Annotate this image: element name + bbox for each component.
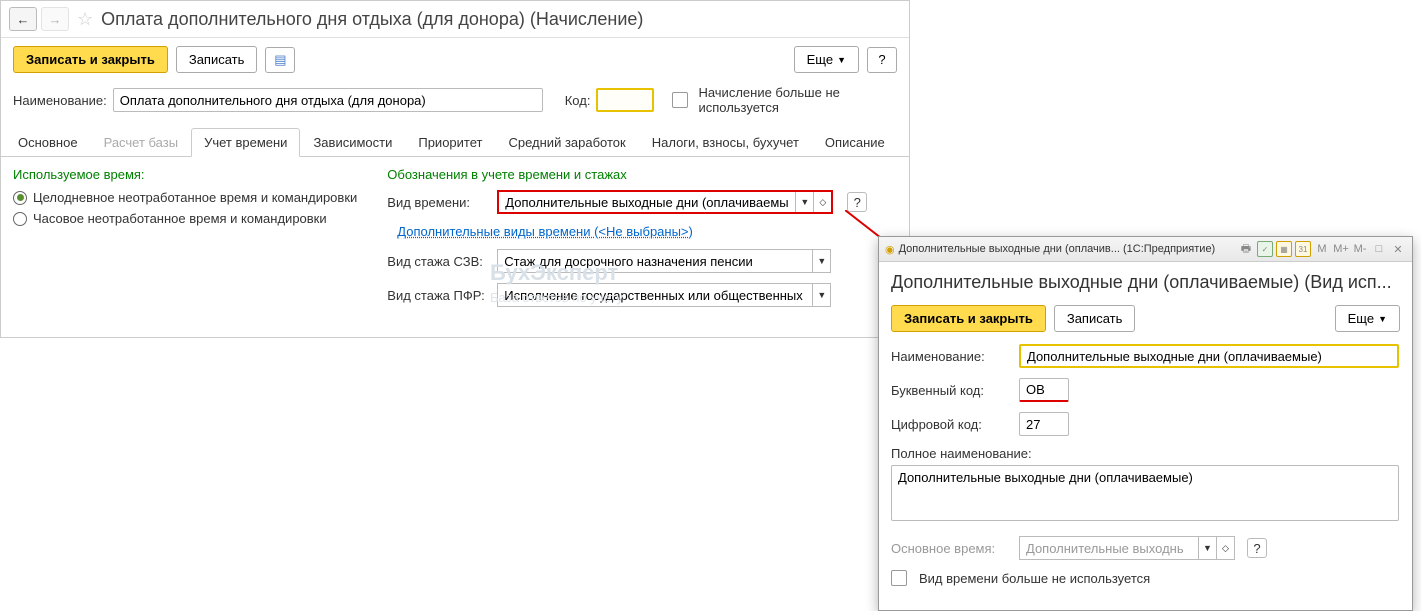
used-time-title: Используемое время:	[13, 167, 357, 182]
popup-basetime-input[interactable]	[1019, 536, 1199, 560]
pfr-dropdown-icon[interactable]: ▼	[813, 283, 831, 307]
tab-calc-base[interactable]: Расчет базы	[91, 128, 192, 157]
tab-dependencies[interactable]: Зависимости	[300, 128, 405, 157]
designations-title: Обозначения в учете времени и стажах	[387, 167, 867, 182]
popup-not-used-checkbox[interactable]	[891, 570, 907, 586]
print-icon[interactable]: 🖶	[1238, 241, 1254, 257]
popup-basetime-label: Основное время:	[891, 541, 1011, 556]
save-close-button[interactable]: Записать и закрыть	[13, 46, 168, 73]
help-button[interactable]: ?	[867, 47, 897, 73]
popup-numeric-label: Цифровой код:	[891, 417, 1011, 432]
popup-name-label: Наименование:	[891, 349, 1011, 364]
list-icon-button[interactable]: ▤	[265, 47, 295, 73]
name-input[interactable]	[113, 88, 543, 112]
popup-save-button[interactable]: Записать	[1054, 305, 1136, 332]
radio-daily-label: Целодневное неотработанное время и коман…	[33, 190, 357, 205]
code-input[interactable]	[596, 88, 654, 112]
save-button[interactable]: Записать	[176, 46, 258, 73]
time-type-help[interactable]: ?	[847, 192, 867, 212]
tab-taxes[interactable]: Налоги, взносы, бухучет	[639, 128, 812, 157]
tab-main[interactable]: Основное	[5, 128, 91, 157]
tabs: Основное Расчет базы Учет времени Зависи…	[1, 127, 909, 157]
maximize-icon[interactable]: □	[1371, 241, 1387, 257]
popup-more-button[interactable]: Еще ▼	[1335, 305, 1400, 332]
m-icon[interactable]: M	[1314, 241, 1330, 257]
main-toolbar: Записать и закрыть Записать ▤ Еще ▼ ?	[1, 38, 909, 81]
time-type-label: Вид времени:	[387, 195, 487, 210]
popup-name-input[interactable]	[1019, 344, 1399, 368]
radio-daily[interactable]	[13, 191, 27, 205]
tab-time[interactable]: Учет времени	[191, 128, 300, 157]
popup-titlebar: ◉ Дополнительные выходные дни (оплачив..…	[879, 237, 1412, 262]
popup-toolbar: Записать и закрыть Записать Еще ▼	[879, 299, 1412, 338]
szv-label: Вид стажа СЗВ:	[387, 254, 487, 269]
popup-window: ◉ Дополнительные выходные дни (оплачив..…	[878, 236, 1413, 611]
code-label: Код:	[565, 93, 591, 108]
szv-input[interactable]	[497, 249, 813, 273]
additional-times-link[interactable]: Дополнительные виды времени (<Не выбраны…	[397, 224, 693, 239]
popup-fullname-label: Полное наименование:	[891, 446, 1032, 461]
tab-description[interactable]: Описание	[812, 128, 898, 157]
tab-priority[interactable]: Приоритет	[405, 128, 495, 157]
popup-heading: Дополнительные выходные дни (оплачиваемы…	[879, 262, 1412, 299]
not-used-checkbox[interactable]	[672, 92, 688, 108]
calendar-icon-3[interactable]: 31	[1295, 241, 1311, 257]
time-type-input[interactable]	[499, 192, 795, 212]
time-type-open-icon[interactable]: ◇	[813, 192, 831, 212]
close-icon[interactable]: ✕	[1390, 241, 1406, 257]
calendar-icon-1[interactable]: ✓	[1257, 241, 1273, 257]
pfr-label: Вид стажа ПФР:	[387, 288, 487, 303]
popup-app-icon: ◉	[885, 243, 895, 256]
tab-average[interactable]: Средний заработок	[495, 128, 638, 157]
tab-content: Используемое время: Целодневное неотрабо…	[1, 157, 909, 337]
popup-basetime-help[interactable]: ?	[1247, 538, 1267, 558]
popup-not-used-label: Вид времени больше не используется	[919, 571, 1150, 586]
radio-hourly[interactable]	[13, 212, 27, 226]
pfr-input[interactable]	[497, 283, 813, 307]
favorite-icon[interactable]: ☆	[77, 9, 93, 30]
back-button[interactable]: ←	[9, 7, 37, 31]
main-window: ← → ☆ Оплата дополнительного дня отдыха …	[0, 0, 910, 338]
calendar-icon-2[interactable]: ▦	[1276, 241, 1292, 257]
page-title: Оплата дополнительного дня отдыха (для д…	[101, 9, 643, 30]
popup-save-close-button[interactable]: Записать и закрыть	[891, 305, 1046, 332]
m-plus-icon[interactable]: M+	[1333, 241, 1349, 257]
forward-button[interactable]: →	[41, 7, 69, 31]
popup-numeric-input[interactable]	[1019, 412, 1069, 436]
time-type-dropdown-icon[interactable]: ▼	[795, 192, 813, 212]
titlebar: ← → ☆ Оплата дополнительного дня отдыха …	[1, 1, 909, 38]
popup-letter-input[interactable]	[1019, 378, 1069, 402]
popup-basetime-dropdown-icon[interactable]: ▼	[1199, 536, 1217, 560]
not-used-label: Начисление больше не используется	[698, 85, 858, 115]
m-minus-icon[interactable]: M-	[1352, 241, 1368, 257]
popup-fullname-textarea[interactable]	[891, 465, 1399, 521]
popup-letter-label: Буквенный код:	[891, 383, 1011, 398]
more-button[interactable]: Еще ▼	[794, 46, 859, 73]
popup-basetime-open-icon[interactable]: ◇	[1217, 536, 1235, 560]
popup-titlebar-text: Дополнительные выходные дни (оплачив... …	[899, 243, 1216, 255]
radio-hourly-label: Часовое неотработанное время и командиро…	[33, 211, 327, 226]
name-label: Наименование:	[13, 93, 107, 108]
szv-dropdown-icon[interactable]: ▼	[813, 249, 831, 273]
